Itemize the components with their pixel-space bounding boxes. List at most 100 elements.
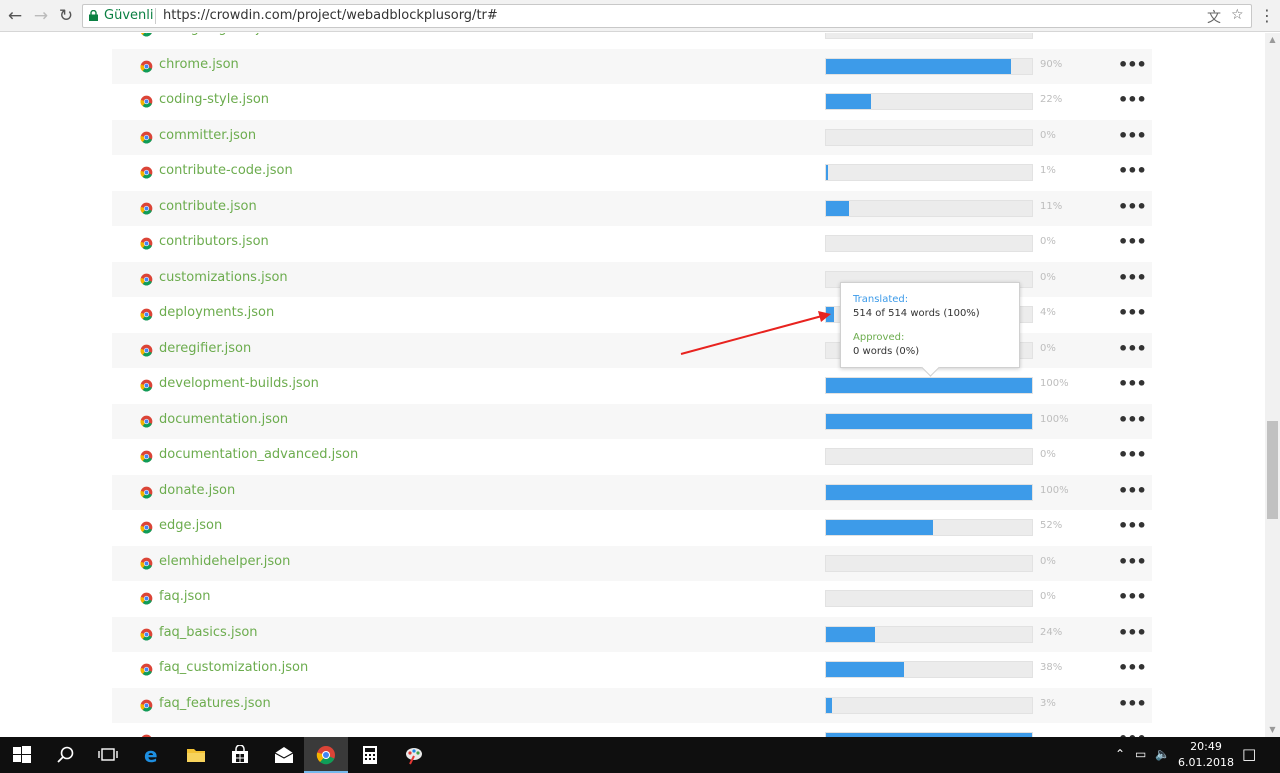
file-name-link[interactable]: documentation_advanced.json	[159, 447, 358, 462]
progress-percent: 11%	[1040, 200, 1063, 212]
clock-date[interactable]: 6.01.2018	[1178, 756, 1234, 769]
file-name-link[interactable]: faq_features.json	[159, 696, 271, 711]
chrome-file-icon	[140, 521, 153, 534]
more-options-icon[interactable]: •••	[1118, 268, 1147, 287]
file-name-link[interactable]: customizations.json	[159, 270, 288, 285]
scroll-down-arrow-icon[interactable]: ▼	[1265, 723, 1280, 737]
more-options-icon[interactable]: •••	[1118, 197, 1147, 216]
back-arrow-icon[interactable]: ←	[4, 5, 26, 27]
file-name-link[interactable]: committer.json	[159, 128, 256, 143]
progress-bar[interactable]	[825, 128, 1033, 146]
more-options-icon[interactable]: •••	[1118, 623, 1147, 642]
file-name-link[interactable]: donate.json	[159, 483, 235, 498]
more-options-icon[interactable]: •••	[1118, 552, 1147, 571]
menu-dots-icon[interactable]: ⋮	[1256, 5, 1278, 27]
search-icon[interactable]	[44, 737, 88, 773]
chrome-file-icon	[140, 308, 153, 321]
file-name-link[interactable]: faq_basics.json	[159, 625, 258, 640]
network-icon[interactable]: ▭	[1135, 747, 1146, 761]
progress-bar[interactable]	[825, 164, 1033, 181]
forward-arrow-icon[interactable]: →	[30, 5, 52, 27]
volume-icon[interactable]: 🔈	[1155, 747, 1170, 761]
chrome-file-icon	[140, 415, 153, 427]
file-name-link[interactable]: documentation.json	[159, 412, 288, 427]
file-name-link[interactable]: development-builds.json	[159, 376, 319, 391]
more-options-icon[interactable]: •••	[1118, 303, 1147, 322]
file-name-link[interactable]: coding-style.json	[159, 92, 269, 107]
reload-icon[interactable]: ↻	[55, 5, 77, 27]
approved-label: Approved:	[853, 332, 905, 343]
more-options-icon[interactable]: •••	[1118, 445, 1147, 464]
bookmark-star-icon[interactable]: ☆	[1231, 7, 1244, 23]
file-explorer-icon[interactable]	[174, 737, 218, 773]
file-name-link[interactable]: contribute-code.json	[159, 163, 293, 178]
scroll-thumb[interactable]	[1267, 421, 1278, 519]
progress-bar[interactable]	[825, 235, 1033, 252]
tray-chevron-up-icon[interactable]: ⌃	[1115, 747, 1125, 761]
more-options-icon[interactable]: •••	[1118, 658, 1147, 677]
file-name-link[interactable]: contributors.json	[159, 234, 269, 249]
vertical-scrollbar[interactable]: ▲ ▼	[1265, 33, 1280, 737]
file-row: contribute.json 11% •••	[112, 190, 1152, 226]
file-row: faq_basics.json 24% •••	[112, 616, 1152, 652]
file-name-link[interactable]: faq.json	[159, 589, 211, 604]
progress-bar[interactable]	[825, 93, 1033, 110]
file-row: documentation_advanced.json 0% •••	[112, 439, 1152, 474]
mail-icon[interactable]	[262, 737, 306, 773]
more-options-icon[interactable]: •••	[1118, 587, 1147, 606]
file-row: coding-style.json 22% •••	[112, 84, 1152, 119]
progress-bar[interactable]	[825, 661, 1033, 678]
file-name-link[interactable]: contribute.json	[159, 199, 257, 214]
calculator-icon[interactable]	[348, 737, 392, 773]
file-name-link[interactable]: elemhidehelper.json	[159, 554, 290, 569]
clock-time[interactable]: 20:49	[1188, 740, 1224, 753]
more-options-icon[interactable]: •••	[1118, 374, 1147, 393]
chrome-browser-icon[interactable]	[304, 737, 348, 773]
progress-bar[interactable]	[825, 33, 1033, 39]
progress-bar[interactable]	[825, 519, 1033, 536]
progress-bar-fill	[826, 413, 1032, 429]
file-name-link[interactable]: deregifier.json	[159, 341, 251, 356]
more-options-icon[interactable]: •••	[1118, 55, 1147, 74]
chrome-file-icon	[140, 379, 153, 392]
more-options-icon[interactable]: •••	[1118, 410, 1147, 429]
progress-bar[interactable]	[825, 412, 1033, 430]
progress-percent: 24%	[1040, 626, 1063, 638]
file-name-link[interactable]: changelog-2.1.json	[159, 33, 283, 36]
progress-bar[interactable]	[825, 377, 1033, 394]
more-options-icon[interactable]: •••	[1118, 516, 1147, 535]
more-options-icon[interactable]: •••	[1118, 33, 1147, 38]
file-name-link[interactable]: edge.json	[159, 518, 222, 533]
progress-bar[interactable]	[825, 625, 1033, 643]
file-name-link[interactable]: deployments.json	[159, 305, 274, 320]
more-options-icon[interactable]: •••	[1118, 232, 1147, 251]
file-row: changelog-2.1.json 0% •••	[112, 33, 1152, 48]
progress-bar[interactable]	[825, 448, 1033, 465]
progress-bar[interactable]	[825, 590, 1033, 607]
scroll-up-arrow-icon[interactable]: ▲	[1265, 33, 1280, 47]
task-view-icon[interactable]	[86, 737, 130, 773]
more-options-icon[interactable]: •••	[1118, 339, 1147, 358]
paint-app-icon[interactable]	[392, 737, 436, 773]
progress-bar[interactable]	[825, 483, 1033, 501]
progress-bar[interactable]	[825, 199, 1033, 217]
more-options-icon[interactable]: •••	[1118, 481, 1147, 500]
more-options-icon[interactable]: •••	[1118, 90, 1147, 109]
chrome-file-icon	[140, 663, 153, 676]
file-name-link[interactable]: faq_customization.json	[159, 660, 308, 675]
file-name-link[interactable]: chrome.json	[159, 57, 239, 72]
start-windows-icon[interactable]	[0, 737, 44, 773]
more-options-icon[interactable]: •••	[1118, 729, 1147, 737]
notifications-icon[interactable]: □	[1242, 745, 1256, 763]
translate-icon[interactable]: 文	[1207, 7, 1221, 27]
more-options-icon[interactable]: •••	[1118, 161, 1147, 180]
store-icon[interactable]	[218, 737, 262, 773]
more-options-icon[interactable]: •••	[1118, 694, 1147, 713]
progress-bar[interactable]	[825, 696, 1033, 714]
address-bar[interactable]: Güvenli https://crowdin.com/project/weba…	[82, 4, 1252, 28]
progress-bar[interactable]	[825, 554, 1033, 572]
edge-browser-icon[interactable]: e	[130, 737, 174, 773]
url-text[interactable]: https://crowdin.com/project/webadblockpl…	[163, 8, 498, 23]
progress-bar[interactable]	[825, 57, 1033, 75]
more-options-icon[interactable]: •••	[1118, 126, 1147, 145]
